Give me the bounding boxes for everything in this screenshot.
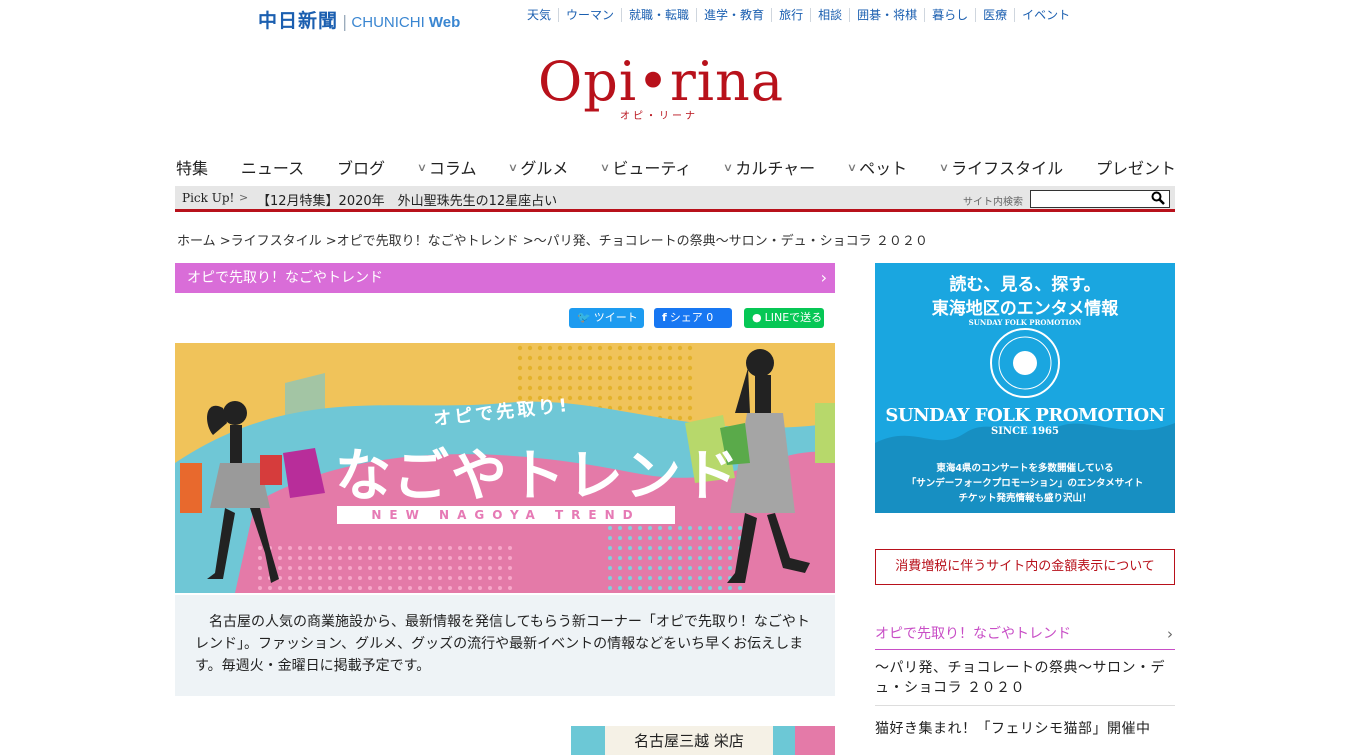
chunichi-web-logo[interactable]: 中日新聞 | CHUNICHI Web — [258, 6, 460, 33]
chevron-down-icon: ∨ — [508, 160, 519, 174]
top-nav-link-consult[interactable]: 相談 — [811, 8, 851, 22]
sidebar-title-label: オピで先取り！なごやトレンド — [875, 626, 1071, 642]
facebook-icon: f — [662, 311, 667, 324]
ad-line1: 読む、見る、探す。 — [949, 275, 1101, 295]
ad-small2: 「サンデーフォークプロモーション」のエンタメサイト — [906, 478, 1144, 489]
nav-item-culture[interactable]: ∨ カルチャー — [723, 155, 816, 179]
tweet-label: ツイート — [593, 311, 638, 324]
category-bar-label: オピで先取り！なごやトレンド — [187, 270, 383, 286]
chevron-right-icon: › — [820, 268, 827, 287]
hero-banner: オピで先取り! なごやトレンド NEW NAGOYA TREND — [175, 343, 835, 593]
sunday-folk-ad-banner[interactable]: SUNDAY FOLK PROMOTION 読む、見る、探す。 東海地区のエンタメ… — [875, 263, 1175, 513]
nav-item-gourmet[interactable]: ∨ グルメ — [508, 155, 569, 179]
nav-item-news[interactable]: ニュース — [241, 155, 304, 179]
nav-label: プレゼント — [1095, 159, 1176, 178]
nav-item-blog[interactable]: ブログ — [337, 155, 385, 179]
top-nav: 天気 ウーマン 就職・転職 進学・教育 旅行 相談 囲碁・将棋 暮らし 医療 イ… — [520, 8, 1077, 22]
pickup-arrow-icon: > — [239, 191, 249, 204]
ad-line2: 東海地区のエンタメ情報 — [931, 299, 1119, 319]
nav-item-lifestyle[interactable]: ∨ ライフスタイル — [938, 155, 1064, 179]
nav-label: コラム — [428, 159, 477, 178]
chevron-down-icon: ∨ — [416, 160, 428, 174]
top-nav-link-igo-shogi[interactable]: 囲碁・将棋 — [850, 8, 926, 22]
hero-subtitle: NEW NAGOYA TREND — [337, 506, 675, 524]
pickup-bar: Pick Up! > 【12月特集】2020年 外山聖珠先生の12星座占い サイ… — [175, 186, 1175, 212]
chunichi-kanji: 中日新聞 — [258, 10, 339, 32]
nav-label: カルチャー — [735, 159, 816, 178]
nav-label: ニュース — [240, 159, 305, 178]
search-icon[interactable] — [1149, 191, 1167, 207]
pickup-headline-link[interactable]: 【12月特集】2020年 外山聖珠先生の12星座占い — [257, 190, 557, 209]
opirina-logo[interactable]: Opi•rina オピ・リーナ — [538, 52, 818, 124]
chunichi-web-text: CHUNICHI Web — [351, 14, 460, 31]
logo-main-text: Opi•rina — [538, 50, 785, 113]
nav-item-present[interactable]: プレゼント — [1096, 155, 1176, 179]
nav-label: グルメ — [520, 159, 569, 178]
chevron-right-icon: › — [1167, 625, 1173, 643]
nav-label: ビューティ — [612, 159, 692, 178]
top-nav-link-woman[interactable]: ウーマン — [559, 8, 623, 22]
series-description: 名古屋の人気の商業施設から、最新情報を発信してもらう新コーナー「オピで先取り！な… — [175, 595, 835, 696]
line-label: LINEで送る — [764, 311, 823, 324]
brand-web-a: CHUNICHI — [351, 14, 425, 31]
chevron-down-icon: ∨ — [938, 160, 950, 174]
store-name: 名古屋三越 栄店 — [605, 726, 773, 755]
sidebar-series-title[interactable]: オピで先取り！なごやトレンド › — [875, 620, 1175, 650]
tax-price-notice-link[interactable]: 消費増税に伴うサイト内の金額表示について — [875, 549, 1175, 585]
top-nav-link-weather[interactable]: 天気 — [520, 8, 560, 22]
ad-small1: 東海4県のコンサートを多数開催している — [936, 463, 1114, 474]
ad-small3: チケット発売情報も盛り沢山！ — [958, 493, 1092, 504]
top-nav-link-education[interactable]: 進学・教育 — [697, 8, 773, 22]
category-bar[interactable]: オピで先取り！なごやトレンド › — [175, 263, 835, 293]
top-nav-link-living[interactable]: 暮らし — [925, 8, 977, 22]
share-label: シェア 0 — [669, 311, 714, 324]
site-search-label: サイト内検索 — [963, 197, 1023, 208]
tweet-button[interactable]: 🐦 ツイート — [569, 308, 644, 328]
line-send-button[interactable]: ● LINEで送る — [744, 308, 824, 328]
top-bar: 中日新聞 | CHUNICHI Web 天気 ウーマン 就職・転職 進学・教育 … — [0, 0, 1350, 34]
nav-label: ブログ — [336, 159, 385, 178]
nav-item-column[interactable]: ∨ コラム — [416, 155, 477, 179]
ad-headline: 読む、見る、探す。 東海地区のエンタメ情報 — [875, 273, 1175, 321]
facebook-share-button[interactable]: f シェア 0 — [654, 308, 732, 328]
store-label-decoration — [795, 726, 835, 755]
nav-item-pet[interactable]: ∨ ペット — [846, 155, 908, 179]
breadcrumb[interactable]: ホーム >ライフスタイル >オピで先取り！なごやトレンド >～パリ発、チョコレー… — [177, 230, 928, 249]
ad-brand: SUNDAY FOLK PROMOTION — [885, 405, 1165, 426]
line-icon: ● — [752, 311, 762, 324]
top-nav-link-medical[interactable]: 医療 — [976, 8, 1016, 22]
top-nav-link-event[interactable]: イベント — [1015, 8, 1077, 22]
ad-since: SINCE 1965 — [991, 426, 1059, 437]
nav-label: ペット — [859, 159, 908, 178]
ad-small-text: 東海4県のコンサートを多数開催している「サンデーフォークプロモーション」のエンタ… — [875, 461, 1175, 506]
sidebar-article-link[interactable]: 猫好き集まれ！「フェリシモ猫部」開催中 — [875, 719, 1175, 755]
nav-label: 特集 — [176, 159, 209, 178]
store-label: 名古屋三越 栄店 — [571, 726, 835, 755]
nav-item-feature[interactable]: 特集 — [176, 155, 208, 179]
hero-title: なごやトレンド — [335, 444, 741, 509]
top-nav-link-jobs[interactable]: 就職・転職 — [622, 8, 698, 22]
nav-item-beauty[interactable]: ∨ ビューティ — [600, 155, 692, 179]
chevron-down-icon: ∨ — [846, 160, 858, 174]
pickup-label: Pick Up! — [182, 191, 235, 205]
twitter-icon: 🐦 — [577, 311, 591, 324]
brand-web-b: Web — [428, 14, 461, 31]
top-nav-link-travel[interactable]: 旅行 — [772, 8, 812, 22]
nav-label: ライフスタイル — [951, 159, 1064, 178]
chevron-down-icon: ∨ — [723, 160, 734, 174]
logo-sub-text: オピ・リーナ — [620, 111, 698, 122]
chevron-down-icon: ∨ — [600, 160, 611, 174]
brand-separator: | — [342, 12, 348, 31]
sidebar-article-link[interactable]: ～パリ発、チョコレートの祭典～サロン・デュ・ショコラ ２０２０ — [875, 658, 1175, 706]
main-nav: 特集 ニュース ブログ ∨ コラム ∨ グルメ ∨ ビューティ ∨ カルチャー ∨ ペット… — [176, 152, 1176, 182]
